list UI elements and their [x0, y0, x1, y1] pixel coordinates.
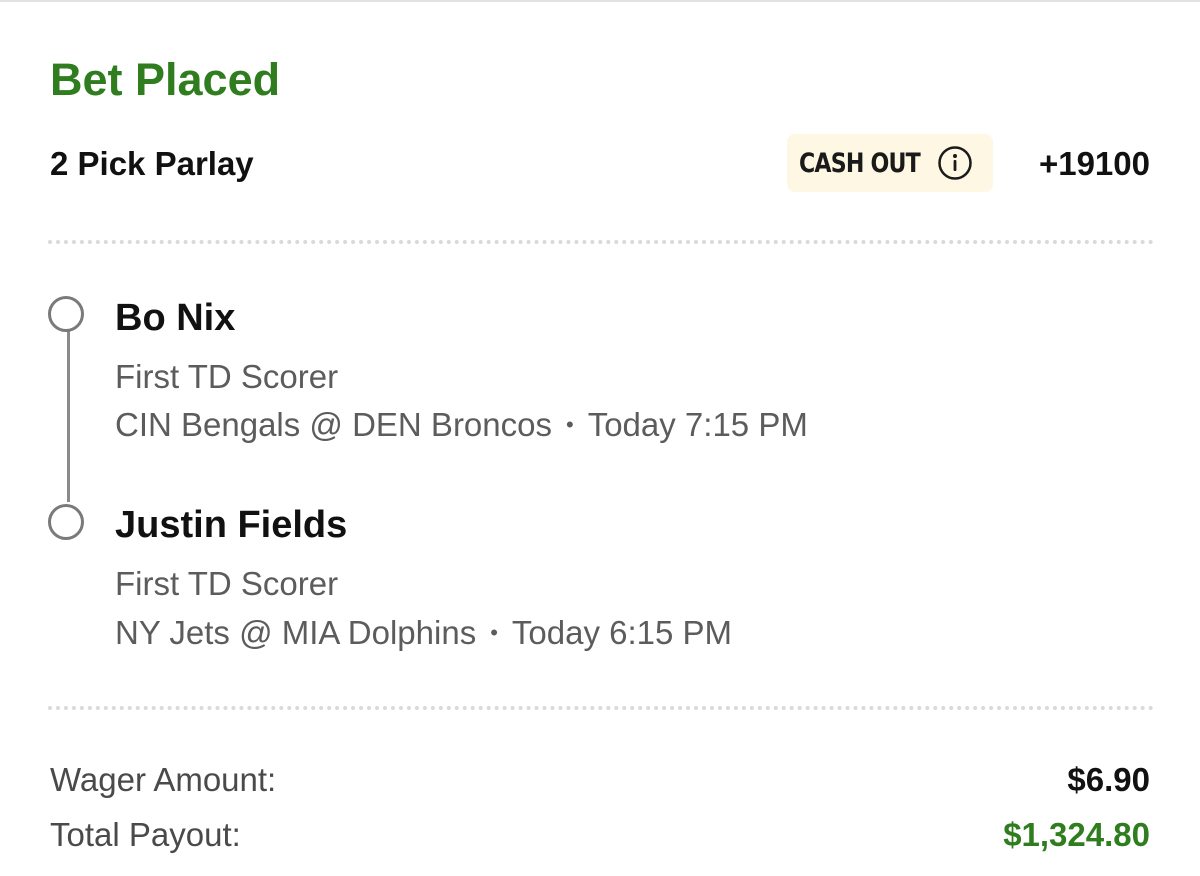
bet-slip-card: Bet Placed 2 Pick Parlay CASH OUT +19100…: [0, 0, 1200, 876]
leg-1-separator: •: [566, 412, 574, 437]
divider-bottom: [48, 706, 1154, 710]
total-payout-value: $1,324.80: [1003, 816, 1150, 853]
leg-2-player: Justin Fields: [115, 504, 348, 546]
leg-1-game-info: CIN Bengals @ DEN Broncos • Today 7:15 PM: [115, 405, 808, 445]
cash-out-button[interactable]: CASH OUT: [787, 134, 993, 192]
leg-2-game-info: NY Jets @ MIA Dolphins • Today 6:15 PM: [115, 613, 732, 653]
total-payout-label: Total Payout:: [50, 816, 241, 853]
parlay-title: 2 Pick Parlay: [50, 145, 254, 182]
leg-1-player: Bo Nix: [115, 297, 236, 339]
parlay-odds: +19100: [1038, 145, 1150, 182]
info-icon[interactable]: [937, 145, 973, 181]
leg-timeline-connector: [67, 330, 70, 502]
divider-top: [48, 240, 1154, 244]
leg-1-matchup: CIN Bengals @ DEN Broncos: [115, 406, 552, 443]
leg-2-status-circle-icon: [48, 504, 84, 540]
leg-1-time: Today 7:15 PM: [587, 406, 808, 443]
bet-status-title: Bet Placed: [50, 54, 281, 105]
leg-1-status-circle-icon: [48, 296, 84, 332]
wager-amount-value: $6.90: [1067, 761, 1150, 798]
leg-2-matchup: NY Jets @ MIA Dolphins: [115, 614, 477, 651]
leg-2-market: First TD Scorer: [115, 565, 339, 602]
cash-out-label: CASH OUT: [799, 147, 921, 179]
leg-1-market: First TD Scorer: [115, 358, 339, 395]
leg-2-time: Today 6:15 PM: [511, 614, 733, 651]
leg-2-separator: •: [490, 620, 498, 645]
wager-amount-label: Wager Amount:: [50, 761, 277, 798]
